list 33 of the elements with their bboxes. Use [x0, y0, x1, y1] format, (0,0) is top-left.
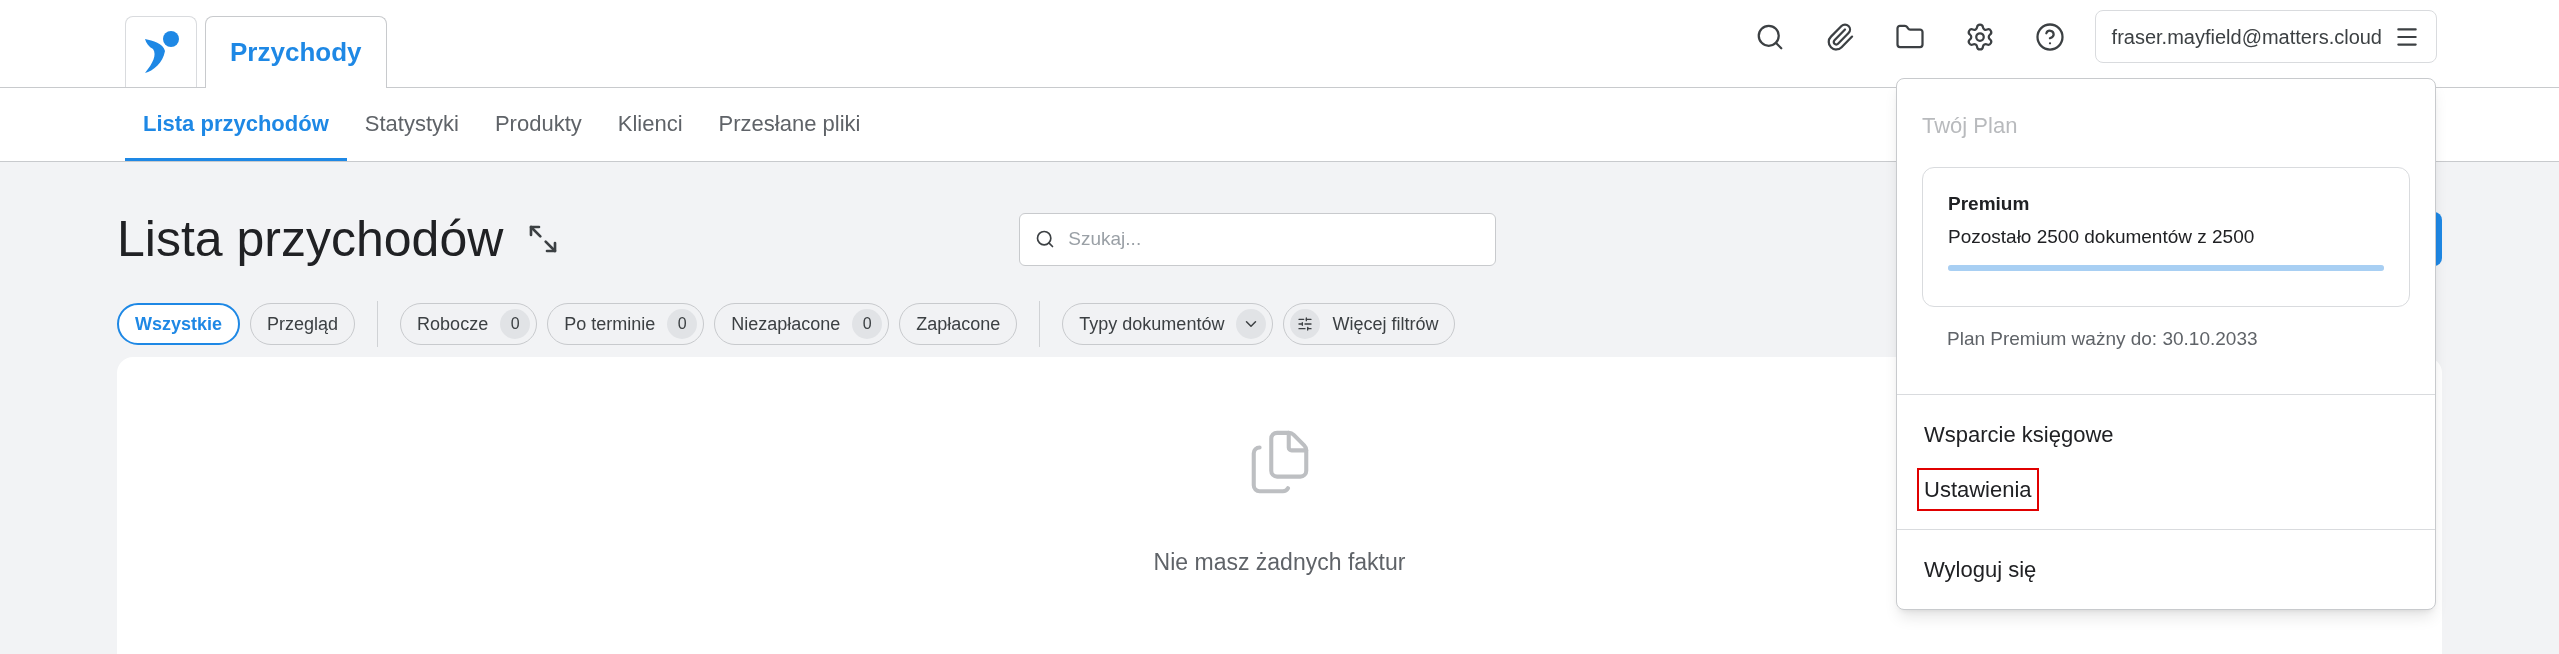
- nav-tab[interactable]: Produkty: [476, 88, 600, 161]
- app-tab[interactable]: Przychody: [205, 16, 387, 88]
- nav-tab[interactable]: Klienci: [599, 88, 701, 161]
- filter-chip[interactable]: Niezapłacone 0: [714, 303, 890, 345]
- chevron-down-icon: [1236, 309, 1267, 339]
- filter-chip[interactable]: Przegląd: [250, 303, 356, 345]
- filter-dropdown[interactable]: Typy dokumentów: [1062, 303, 1274, 345]
- search-icon: [1035, 228, 1056, 249]
- user-menu-button[interactable]: fraser.mayfield@matters.cloud: [2094, 10, 2437, 63]
- plan-heading: Twój Plan: [1922, 112, 2019, 140]
- filter-chip[interactable]: Po terminie 0: [547, 303, 705, 345]
- menu-item[interactable]: Wsparcie księgowe: [1917, 412, 2121, 456]
- plan-validity: Plan Premium ważny do: 30.10.2033: [1947, 327, 2259, 351]
- logo-tab[interactable]: [125, 16, 197, 87]
- filter-chip[interactable]: Zapłacone: [899, 303, 1018, 345]
- count-badge: 0: [500, 309, 531, 339]
- page-title: Lista przychodów: [117, 214, 504, 264]
- search-field[interactable]: Szukaj...: [1019, 212, 1497, 266]
- help-icon[interactable]: [2034, 21, 2065, 52]
- nav-tab[interactable]: Przesłane pliki: [700, 88, 879, 161]
- count-badge: 0: [852, 309, 883, 339]
- plan-name: Premium: [1948, 192, 2031, 216]
- filter-chip[interactable]: Robocze 0: [400, 303, 538, 345]
- plan-usage: Pozostało 2500 dokumentów z 2500: [1948, 224, 2256, 249]
- nav-tab[interactable]: Lista przychodów: [125, 88, 347, 161]
- empty-message: Nie masz żadnych faktur: [1153, 548, 1406, 577]
- filter-chip[interactable]: Wszystkie: [117, 303, 241, 345]
- sliders-icon: [1290, 309, 1321, 339]
- more-filters-button[interactable]: Więcej filtrów: [1283, 303, 1456, 345]
- nav-tab[interactable]: Statystyki: [346, 88, 477, 161]
- menu-item[interactable]: Wyloguj się: [1917, 547, 2044, 591]
- menu-item[interactable]: Ustawienia: [1917, 467, 2039, 511]
- count-badge: 0: [667, 309, 698, 339]
